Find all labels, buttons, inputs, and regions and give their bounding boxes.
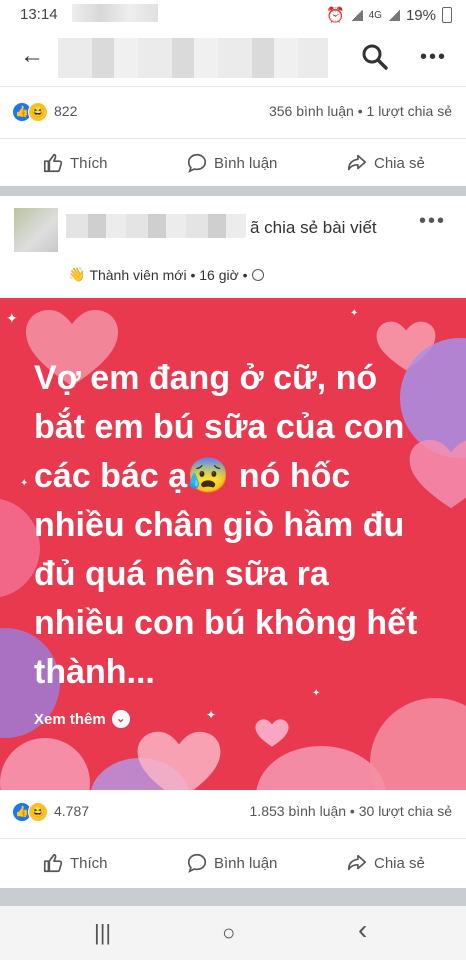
- more-options-icon[interactable]: •••: [420, 46, 447, 69]
- circle-decoration: [370, 698, 466, 790]
- like-button[interactable]: Thích: [42, 152, 108, 174]
- app-header: ← •••: [0, 28, 466, 87]
- post-header: ã chia sẻ bài viết ••• 👋 Thành viên mới …: [0, 196, 466, 296]
- reaction-count[interactable]: 4.787: [54, 803, 89, 819]
- sparkle-icon: ✦: [6, 310, 18, 326]
- post-action-bar: Thích Bình luận Chia sẻ: [0, 138, 466, 187]
- blurred-group-title: [58, 38, 328, 78]
- status-time: 13:14: [20, 6, 58, 23]
- sparkle-icon: ✦: [20, 478, 29, 489]
- post-more-icon[interactable]: •••: [419, 210, 446, 233]
- comment-bubble-icon: [187, 153, 207, 173]
- recent-apps-icon[interactable]: |||: [94, 920, 111, 946]
- comment-button[interactable]: Bình luận: [186, 852, 277, 874]
- globe-icon: [251, 268, 264, 281]
- sparkle-icon: ✦: [350, 308, 359, 319]
- blurred-notification-area: [72, 4, 158, 22]
- share-label: Chia sẻ: [374, 854, 425, 872]
- comment-label: Bình luận: [214, 854, 278, 872]
- system-navigation-bar: ||| ○ ‹: [0, 906, 466, 960]
- blurred-author-name[interactable]: [66, 214, 246, 238]
- battery-icon: [442, 7, 452, 23]
- haha-reaction-icon: 😆: [28, 102, 48, 122]
- haha-reaction-icon: 😆: [28, 802, 48, 822]
- back-icon[interactable]: ‹: [358, 914, 367, 946]
- home-icon[interactable]: ○: [222, 920, 235, 946]
- reaction-summary[interactable]: 👍 😆 822 356 bình luận • 1 lượt chia sẻ: [0, 92, 466, 132]
- share-button[interactable]: Chia sẻ: [346, 152, 425, 174]
- post-body-text: Vợ em đang ở cữ, nó bắt em bú sữa của co…: [34, 359, 418, 691]
- see-more-link[interactable]: Xem thêm ⌄: [34, 710, 130, 728]
- network-type: 4G: [368, 9, 382, 21]
- search-icon[interactable]: [360, 42, 390, 72]
- thumbs-up-icon: [43, 153, 63, 173]
- signal-icon: [387, 9, 400, 21]
- sparkle-icon: ✦: [206, 708, 217, 722]
- signal-icon: [350, 9, 363, 21]
- reaction-summary[interactable]: 👍 😆 4.787 1.853 bình luận • 30 lượt chia…: [0, 792, 466, 832]
- post-meta-text: Thành viên mới • 16 giờ •: [89, 266, 248, 283]
- share-button[interactable]: Chia sẻ: [346, 852, 425, 874]
- chevron-down-icon: ⌄: [111, 710, 130, 728]
- comments-shares-count[interactable]: 356 bình luận • 1 lượt chia sẻ: [269, 103, 452, 119]
- thumbs-up-icon: [43, 853, 63, 873]
- heart-decoration-icon: [255, 719, 289, 747]
- like-button[interactable]: Thích: [42, 852, 108, 874]
- avatar[interactable]: [14, 208, 58, 252]
- waving-hand-icon: 👋: [68, 266, 86, 282]
- circle-decoration: [256, 746, 386, 790]
- comment-bubble-icon: [187, 853, 207, 873]
- post-action-bar: Thích Bình luận Chia sẻ: [0, 838, 466, 887]
- share-arrow-icon: [347, 154, 367, 171]
- share-arrow-icon: [347, 854, 367, 871]
- circle-decoration: [0, 738, 90, 790]
- shared-post-text: ã chia sẻ bài viết: [250, 218, 377, 237]
- like-label: Thích: [70, 154, 108, 172]
- comments-shares-count[interactable]: 1.853 bình luận • 30 lượt chia sẻ: [250, 803, 452, 819]
- comment-button[interactable]: Bình luận: [186, 152, 277, 174]
- alarm-icon: ⏰: [325, 7, 345, 24]
- post-background-card[interactable]: ✦ ✦ ✦ ✦ ✦ Vợ em đang ở cữ, nó bắt em bú …: [0, 298, 466, 790]
- reaction-count[interactable]: 822: [54, 103, 77, 119]
- share-label: Chia sẻ: [374, 154, 425, 172]
- status-bar: 13:14 ⏰ 4G 19%: [0, 0, 466, 28]
- back-arrow-icon[interactable]: ←: [20, 42, 44, 70]
- post-separator: [0, 888, 466, 906]
- heart-decoration-icon: [137, 731, 221, 790]
- battery-percent: 19%: [405, 6, 436, 24]
- like-label: Thích: [70, 854, 108, 872]
- comment-label: Bình luận: [214, 154, 278, 172]
- see-more-label: Xem thêm: [34, 710, 106, 728]
- post-separator: [0, 186, 466, 196]
- post-meta: 👋 Thành viên mới • 16 giờ •: [68, 266, 264, 283]
